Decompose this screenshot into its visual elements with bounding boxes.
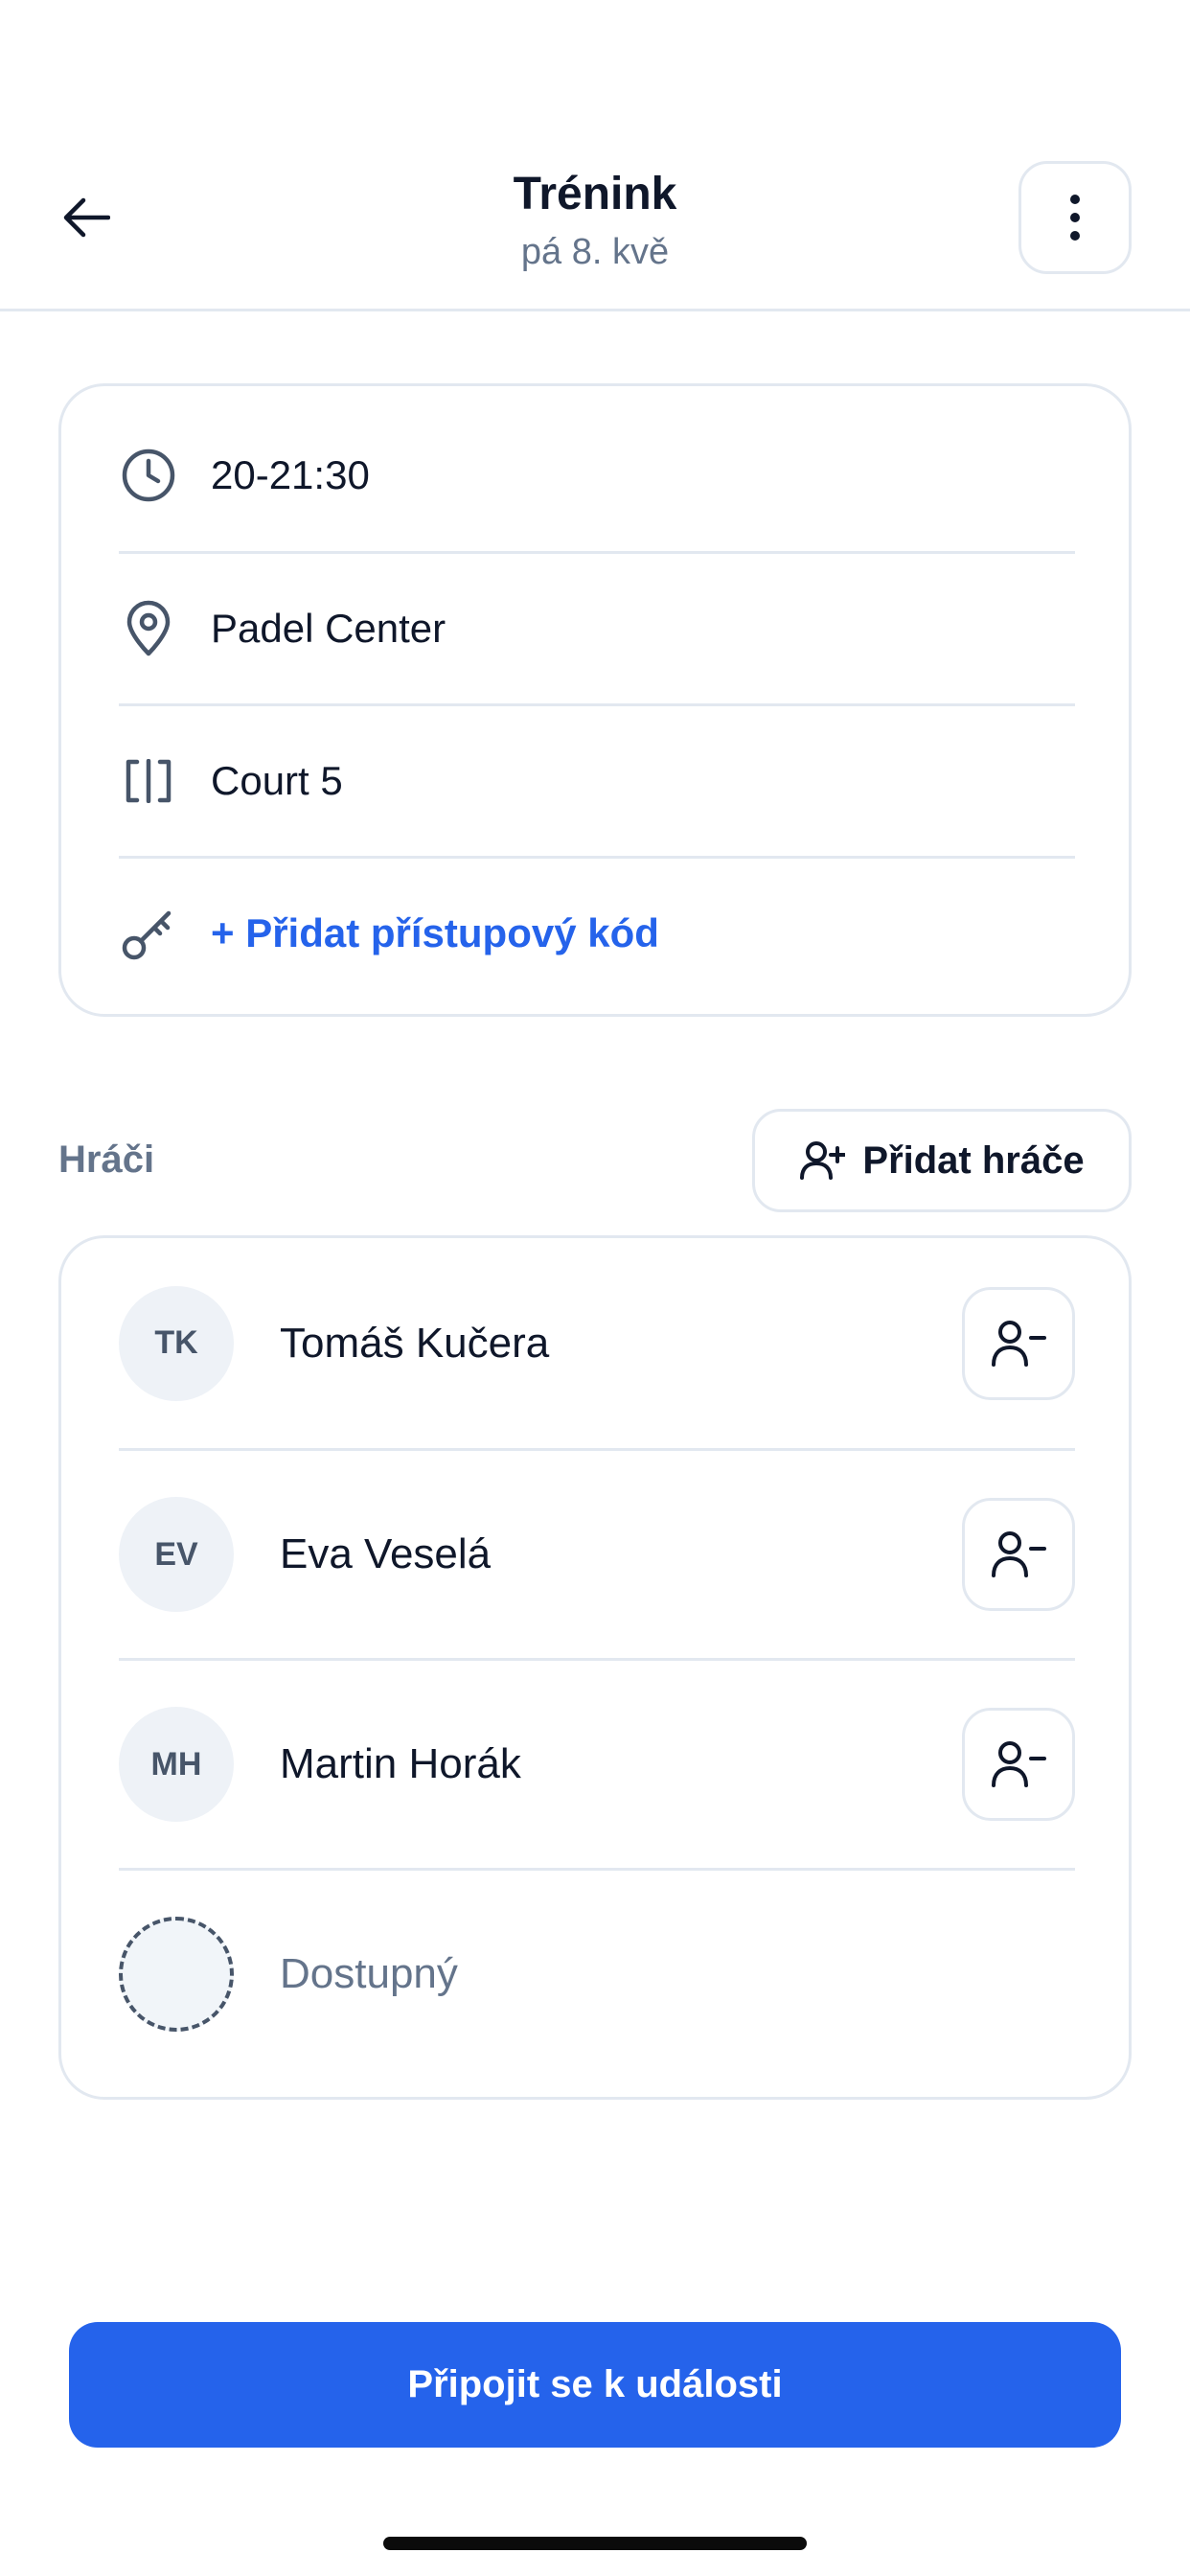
player-row: TK Tomáš Kučera [119,1238,1075,1448]
players-section-label: Hráči [58,1138,155,1181]
empty-slot-avatar [119,1917,234,2032]
time-row: 20-21:30 [119,399,1075,551]
event-court: Court 5 [211,758,343,803]
player-row: EV Eva Veselá [119,1448,1075,1658]
user-plus-icon [800,1141,846,1180]
remove-player-button[interactable] [962,1708,1075,1821]
players-card: TK Tomáš Kučera EV Eva Veselá MH Martin … [58,1235,1132,2100]
user-minus-icon [992,1320,1046,1367]
map-pin-icon [119,599,178,658]
avatar: MH [119,1707,234,1822]
home-indicator [383,2537,807,2550]
remove-player-button[interactable] [962,1498,1075,1611]
user-minus-icon [992,1531,1046,1577]
clock-icon [119,446,178,505]
add-player-label: Přidat hráče [862,1138,1085,1182]
avatar: EV [119,1497,234,1612]
remove-player-button[interactable] [962,1286,1075,1400]
player-name: Eva Veselá [280,1530,492,1577]
event-location: Padel Center [211,606,446,651]
open-slot-label: Dostupný [280,1950,458,1997]
join-event-button[interactable]: Připojit se k události [69,2322,1121,2448]
page-subtitle: pá 8. kvě [520,232,670,272]
open-slot-row[interactable]: Dostupný [119,1868,1075,2078]
add-access-code-link[interactable]: + Přidat přístupový kód [211,910,659,956]
user-minus-icon [992,1741,1046,1787]
player-name: Tomáš Kučera [280,1319,550,1367]
key-icon [119,904,178,963]
avatar: TK [119,1285,234,1401]
add-player-button[interactable]: Přidat hráče [752,1109,1132,1212]
court-icon [119,751,178,811]
player-name: Martin Horák [280,1740,521,1787]
player-row: MH Martin Horák [119,1658,1075,1868]
location-row: Padel Center [119,551,1075,703]
access-code-row[interactable]: + Přidat přístupový kód [119,856,1075,1008]
more-vertical-icon [1070,195,1080,241]
header: Trénink pá 8. kvě [0,0,1190,311]
event-info-card: 20-21:30 Padel Center Court 5 + Přidat p… [58,383,1132,1017]
event-time: 20-21:30 [211,451,370,497]
more-options-button[interactable] [1018,161,1132,274]
page-title: Trénink [513,169,677,219]
court-row: Court 5 [119,703,1075,856]
